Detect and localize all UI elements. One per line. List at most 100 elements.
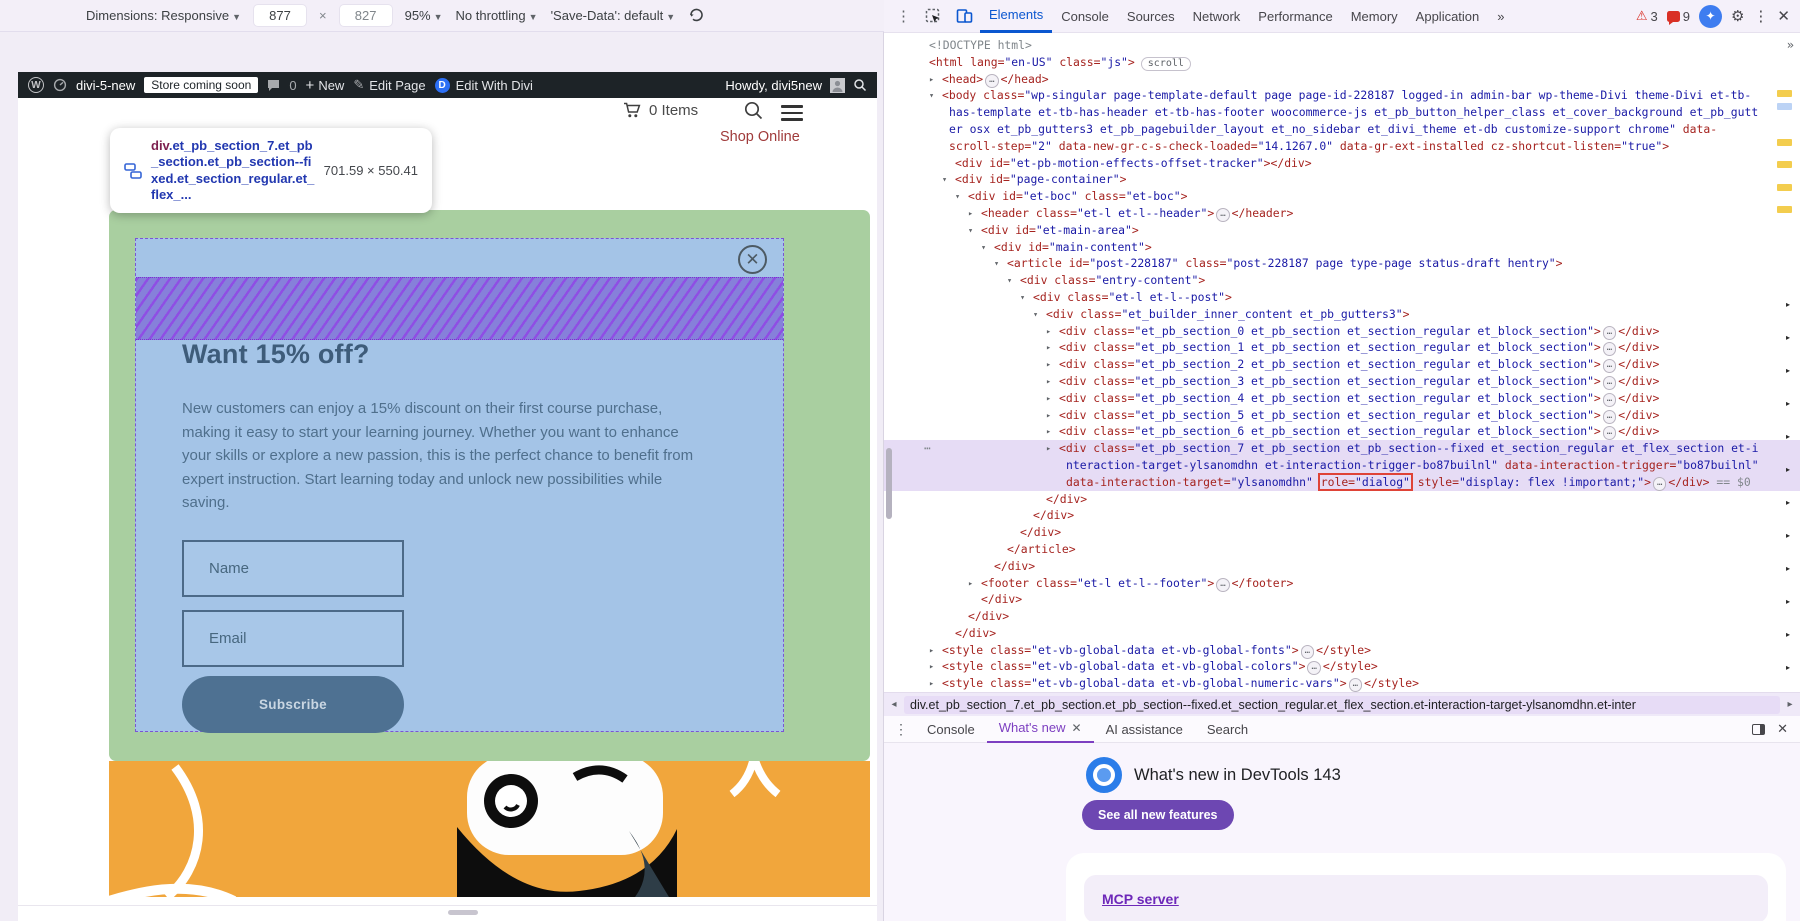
collapse-arrow-icon[interactable]: ▾ — [981, 240, 994, 257]
tab-network[interactable]: Network — [1184, 0, 1250, 33]
code-line[interactable]: </div> — [884, 507, 1800, 524]
expand-arrow-icon[interactable]: ▸ — [929, 676, 942, 692]
code-line[interactable]: ▸<header class="et-l et-l--header">…</he… — [884, 205, 1800, 222]
collapse-arrow-icon[interactable]: ▾ — [1020, 290, 1033, 307]
edit-with-divi-button[interactable]: D Edit With Divi — [435, 78, 533, 93]
expand-ellipsis-button[interactable]: … — [1216, 578, 1229, 592]
collapse-arrow-icon[interactable]: ▾ — [1007, 273, 1020, 290]
code-line[interactable]: <html lang="en-US" class="js">scroll — [884, 54, 1800, 71]
code-line[interactable]: ▸<div class="et_pb_section_0 et_pb_secti… — [884, 323, 1800, 340]
throttling-select[interactable]: No throttling▼ — [456, 8, 538, 23]
drawer-tab-console[interactable]: Console — [915, 716, 987, 743]
code-line[interactable]: ▾<div id="et-main-area"> — [884, 222, 1800, 239]
code-line[interactable]: ▸<div class="et_pb_section_6 et_pb_secti… — [884, 423, 1800, 440]
zoom-select[interactable]: 95%▼ — [405, 8, 443, 23]
expand-ellipsis-button[interactable]: … — [1653, 477, 1666, 491]
code-line[interactable]: </div> — [884, 491, 1800, 508]
tab-elements[interactable]: Elements — [980, 0, 1052, 33]
expand-arrow-icon[interactable]: ▸ — [1046, 374, 1059, 391]
error-counter[interactable]: ⚠ 3 — [1636, 8, 1658, 24]
code-line[interactable]: ⋯▸<div class="et_pb_section_7 et_pb_sect… — [884, 440, 1800, 457]
expand-arrow-icon[interactable]: ▸ — [1046, 441, 1059, 458]
horizontal-scrollbar[interactable] — [448, 910, 478, 915]
drawer-tab-whats-new[interactable]: What's new✕ — [987, 716, 1094, 743]
site-search-icon[interactable] — [743, 100, 764, 121]
expand-ellipsis-button[interactable]: … — [1603, 426, 1616, 440]
code-line[interactable]: scroll-step="2" data-new-gr-c-s-check-lo… — [884, 138, 1800, 155]
expand-ellipsis-button[interactable]: … — [1603, 359, 1616, 373]
code-line[interactable]: ▸<style class="et-vb-global-data et-vb-g… — [884, 658, 1800, 675]
code-line[interactable]: <div id="et-pb-motion-effects-offset-tra… — [884, 155, 1800, 172]
expand-ellipsis-button[interactable]: … — [1603, 376, 1616, 390]
new-button[interactable]: + New — [306, 77, 345, 94]
collapse-arrow-icon[interactable]: ▾ — [1033, 307, 1046, 324]
drawer-tab-ai-assistance[interactable]: AI assistance — [1094, 716, 1195, 743]
more-tabs-icon[interactable]: » — [1488, 0, 1513, 33]
code-line[interactable]: ▸<footer class="et-l et-l--footer">…</fo… — [884, 575, 1800, 592]
expand-arrow-icon[interactable]: ▸ — [1046, 391, 1059, 408]
drawer-tab-search[interactable]: Search — [1195, 716, 1260, 743]
edit-page-button[interactable]: ✎ Edit Page — [353, 77, 425, 93]
code-line[interactable]: ▸<style class="et-vb-global-data et-vb-g… — [884, 642, 1800, 659]
code-line[interactable]: has-template et-tb-has-header et-tb-has-… — [884, 104, 1800, 121]
expand-ellipsis-button[interactable]: … — [1603, 410, 1616, 424]
code-line[interactable]: data-interaction-target="ylsanomdhn" rol… — [884, 474, 1800, 491]
tab-console[interactable]: Console — [1052, 0, 1118, 33]
expand-ellipsis-button[interactable]: … — [985, 74, 998, 88]
code-line[interactable]: ▸<style class="et-vb-global-data et-vb-g… — [884, 675, 1800, 692]
collapse-arrow-icon[interactable]: ▾ — [955, 189, 968, 206]
cart-count[interactable]: 0 Items — [649, 102, 698, 119]
expand-arrow-icon[interactable]: ▸ — [1046, 357, 1059, 374]
expand-arrow-icon[interactable]: ▸ — [968, 576, 981, 593]
code-line[interactable]: ▾<div id="page-container"> — [884, 171, 1800, 188]
expand-arrow-icon[interactable]: ▸ — [929, 659, 942, 676]
collapse-arrow-icon[interactable]: ▾ — [942, 172, 955, 189]
expand-ellipsis-button[interactable]: … — [1349, 678, 1362, 692]
expand-arrow-icon[interactable]: ▸ — [1046, 324, 1059, 341]
expand-ellipsis-button[interactable]: … — [1307, 661, 1320, 675]
inspect-element-icon[interactable] — [925, 8, 942, 25]
breadcrumb-right-arrow-icon[interactable]: ▸ — [1780, 699, 1800, 710]
elements-tree[interactable]: » <!DOCTYPE html><html lang="en-US" clas… — [884, 33, 1800, 692]
expand-ellipsis-button[interactable]: … — [1301, 645, 1314, 659]
drawer-close-icon[interactable]: ✕ — [1777, 721, 1788, 737]
wordpress-logo-icon[interactable]: W — [28, 77, 44, 93]
kebab-menu-icon[interactable]: ⋮ — [896, 7, 911, 25]
expand-drawer-icon[interactable] — [1752, 724, 1765, 735]
code-line[interactable]: er osx et_pb_gutters3 et_pb_pagebuilder_… — [884, 121, 1800, 138]
code-line[interactable]: ▾<div class="et_builder_inner_content et… — [884, 306, 1800, 323]
expand-arrow-icon[interactable]: ▸ — [1046, 424, 1059, 441]
expand-arrow-icon[interactable]: ▸ — [1046, 408, 1059, 425]
expand-ellipsis-button[interactable]: … — [1216, 208, 1229, 222]
code-line[interactable]: ▸<div class="et_pb_section_2 et_pb_secti… — [884, 356, 1800, 373]
ai-assistant-icon[interactable]: ✦ — [1699, 5, 1722, 28]
expand-arrow-icon[interactable]: ▸ — [929, 643, 942, 660]
comments-icon[interactable] — [267, 79, 280, 91]
code-line[interactable]: ▸<div class="et_pb_section_1 et_pb_secti… — [884, 339, 1800, 356]
mcp-server-link[interactable]: MCP server — [1102, 891, 1179, 907]
save-data-select[interactable]: 'Save-Data': default▼ — [551, 8, 676, 23]
device-toolbar-toggle-icon[interactable] — [956, 8, 973, 24]
see-all-new-features-button[interactable]: See all new features — [1082, 800, 1234, 830]
code-line[interactable]: ▸<div class="et_pb_section_3 et_pb_secti… — [884, 373, 1800, 390]
code-line[interactable]: ▾<article id="post-228187" class="post-2… — [884, 255, 1800, 272]
close-tab-icon[interactable]: ✕ — [1072, 721, 1082, 735]
email-field[interactable]: Email — [182, 610, 404, 667]
expand-arrow-icon[interactable]: ▸ — [968, 206, 981, 223]
settings-gear-icon[interactable]: ⚙ — [1731, 7, 1744, 25]
dimensions-select[interactable]: Dimensions: Responsive▼ — [86, 8, 241, 23]
rotate-viewport-icon[interactable] — [688, 7, 705, 24]
expand-ellipsis-button[interactable]: … — [1603, 326, 1616, 340]
code-line[interactable]: </div> — [884, 558, 1800, 575]
expand-ellipsis-button[interactable]: … — [1603, 393, 1616, 407]
devtools-close-icon[interactable]: ✕ — [1777, 7, 1790, 25]
expand-arrow-icon[interactable]: ▸ — [929, 72, 942, 89]
drawer-kebab-menu-icon[interactable]: ⋮ — [894, 721, 908, 738]
popup-close-button[interactable]: ✕ — [738, 245, 767, 274]
code-line[interactable]: </div> — [884, 625, 1800, 642]
code-line[interactable]: nteraction-target-ylsanomdhn et-interact… — [884, 457, 1800, 474]
devtools-kebab-menu-icon[interactable]: ⋮ — [1753, 7, 1768, 25]
collapse-arrow-icon[interactable]: ▾ — [994, 256, 1007, 273]
collapse-arrow-icon[interactable]: ▾ — [968, 223, 981, 240]
tab-sources[interactable]: Sources — [1118, 0, 1184, 33]
